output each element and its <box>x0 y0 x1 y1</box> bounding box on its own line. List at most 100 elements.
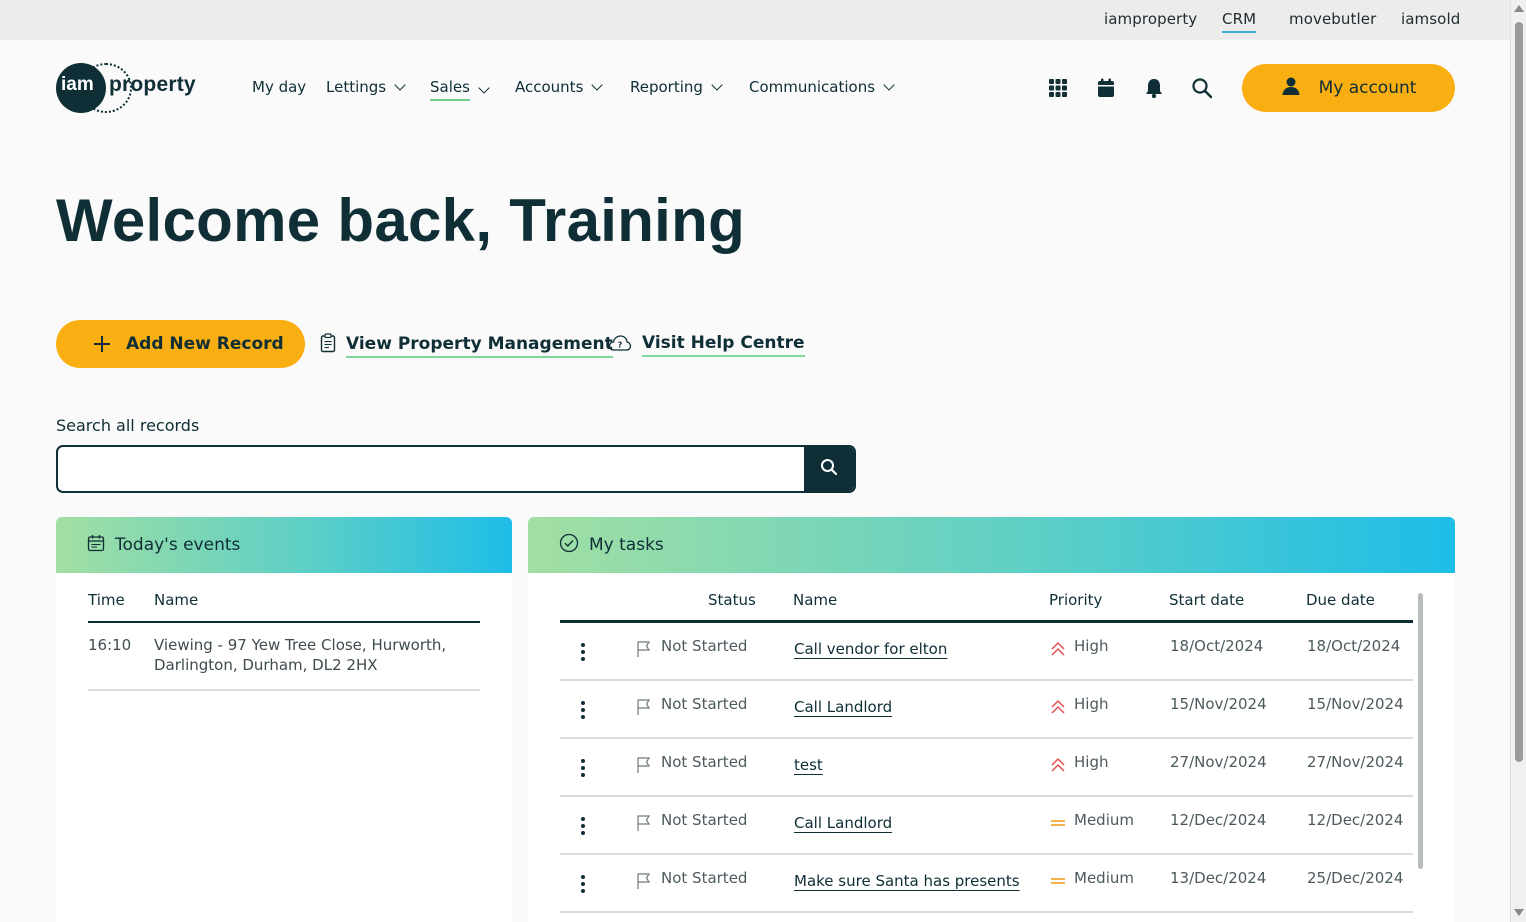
search-label: Search all records <box>56 416 200 435</box>
scroll-up-icon[interactable] <box>1514 5 1524 12</box>
task-due-date: 15/Nov/2024 <box>1307 695 1404 713</box>
flag-icon <box>636 872 652 894</box>
task-due-date: 18/Oct/2024 <box>1307 637 1401 655</box>
task-priority: Medium <box>1074 869 1134 887</box>
kebab-menu-icon[interactable] <box>580 701 586 721</box>
todays-events-header: Today's events <box>56 517 512 573</box>
svg-text:?: ? <box>618 340 623 349</box>
logo-property-text: property <box>109 73 196 96</box>
flag-icon <box>636 756 652 778</box>
user-icon <box>1281 76 1301 101</box>
chevron-down-icon <box>883 79 895 91</box>
events-table: Time Name 16:10 Viewing - 97 Yew Tree Cl… <box>88 591 480 691</box>
search-input[interactable] <box>58 447 806 491</box>
search-button[interactable] <box>804 447 854 491</box>
flag-icon <box>636 814 652 836</box>
add-new-record-button[interactable]: Add New Record <box>56 320 305 368</box>
my-account-button[interactable]: My account <box>1242 64 1455 112</box>
cloud-help-icon: ? <box>608 334 632 357</box>
task-name-link[interactable]: Make sure Santa has presents <box>794 872 1020 890</box>
task-priority: High <box>1074 695 1109 713</box>
nav-label: Lettings <box>326 78 387 96</box>
chevron-down-icon <box>591 79 604 91</box>
task-start-date: 13/Dec/2024 <box>1170 869 1267 887</box>
clipboard-icon <box>320 333 336 358</box>
bell-icon[interactable] <box>1143 77 1165 99</box>
task-status: Not Started <box>661 869 748 887</box>
kebab-menu-icon[interactable] <box>580 643 586 663</box>
scroll-down-icon[interactable] <box>1514 909 1524 916</box>
column-header-name: Name <box>154 591 199 609</box>
tasks-table: Status Name Priority Start date Due date… <box>560 591 1413 913</box>
nav-item-lettings[interactable]: Lettings <box>326 78 406 96</box>
task-name-link[interactable]: Call Landlord <box>794 698 892 716</box>
top-link-iamsold[interactable]: iamsold <box>1401 10 1460 28</box>
column-header-time: Time <box>88 591 125 609</box>
kebab-menu-icon[interactable] <box>580 759 586 779</box>
apps-grid-icon[interactable] <box>1047 77 1069 99</box>
task-name-link[interactable]: Call vendor for elton <box>794 640 947 658</box>
column-header-due-date: Due date <box>1306 591 1375 609</box>
my-tasks-title: My tasks <box>589 535 664 555</box>
column-header-start-date: Start date <box>1169 591 1245 609</box>
top-strip: iamproperty CRM movebutler iamsold <box>0 0 1510 40</box>
search-icon[interactable] <box>1191 77 1213 99</box>
nav-item-sales[interactable]: Sales <box>430 78 490 101</box>
task-start-date: 18/Oct/2024 <box>1170 637 1264 655</box>
task-start-date: 15/Nov/2024 <box>1170 695 1267 713</box>
task-priority: High <box>1074 753 1109 771</box>
page-title: Welcome back, Training <box>56 187 746 254</box>
calendar-icon[interactable] <box>1095 77 1117 99</box>
table-row[interactable]: 16:10 Viewing - 97 Yew Tree Close, Hurwo… <box>88 623 480 691</box>
logo[interactable]: iam property <box>56 63 206 113</box>
nav-item-reporting[interactable]: Reporting <box>630 78 723 96</box>
todays-events-title: Today's events <box>115 535 241 555</box>
task-status: Not Started <box>661 695 748 713</box>
table-row: Not Started Make sure Santa has presents… <box>560 855 1413 913</box>
nav-item-accounts[interactable]: Accounts <box>515 78 604 96</box>
flag-icon <box>636 698 652 720</box>
view-property-management-label: View Property Management <box>346 334 613 358</box>
column-header-priority: Priority <box>1049 591 1103 609</box>
scrollbar-thumb[interactable] <box>1515 22 1523 762</box>
visit-help-centre-link[interactable]: ? Visit Help Centre <box>608 333 805 357</box>
table-row: Not Started Call Landlord High 15/Nov/20… <box>560 681 1413 739</box>
page-scrollbar[interactable] <box>1510 0 1526 922</box>
task-name-link[interactable]: Call Landlord <box>794 814 892 832</box>
chevron-down-icon <box>394 79 406 91</box>
my-account-label: My account <box>1318 78 1417 98</box>
visit-help-centre-label: Visit Help Centre <box>642 333 805 357</box>
nav-item-my-day[interactable]: My day <box>252 78 306 96</box>
column-header-status: Status <box>708 591 756 609</box>
tasks-scrollbar[interactable] <box>1418 593 1423 869</box>
task-start-date: 12/Dec/2024 <box>1170 811 1267 829</box>
top-link-crm[interactable]: CRM <box>1222 10 1257 33</box>
chevron-down-icon <box>478 81 490 94</box>
kebab-menu-icon[interactable] <box>580 817 586 837</box>
my-tasks-header: My tasks <box>528 517 1455 573</box>
nav-label: Sales <box>430 78 470 101</box>
my-tasks-panel: My tasks Status Name Priority Start date… <box>528 517 1455 922</box>
task-name-link[interactable]: test <box>794 756 823 774</box>
add-new-record-label: Add New Record <box>126 334 284 354</box>
tasks-table-header: Status Name Priority Start date Due date <box>560 591 1413 623</box>
nav-label: My day <box>252 78 307 96</box>
flag-icon <box>636 640 652 662</box>
todays-events-panel: Today's events Time Name 16:10 Viewing -… <box>56 517 512 922</box>
kebab-menu-icon[interactable] <box>580 875 586 895</box>
task-status: Not Started <box>661 753 748 771</box>
task-due-date: 25/Dec/2024 <box>1307 869 1404 887</box>
top-link-movebutler[interactable]: movebutler <box>1289 10 1376 28</box>
nav-item-communications[interactable]: Communications <box>749 78 895 96</box>
event-name: Viewing - 97 Yew Tree Close, Hurworth, D… <box>154 636 447 674</box>
logo-iam-text: iam <box>61 74 94 95</box>
table-row: Not Started test High 27/Nov/2024 27/Nov… <box>560 739 1413 797</box>
priority-high-icon <box>1050 757 1066 777</box>
priority-medium-icon <box>1050 873 1066 893</box>
nav-label: Reporting <box>630 78 703 96</box>
view-property-management-link[interactable]: View Property Management <box>320 333 613 358</box>
search-icon <box>820 458 838 480</box>
task-priority: Medium <box>1074 811 1134 829</box>
table-row: Not Started Call Landlord Medium 12/Dec/… <box>560 797 1413 855</box>
top-link-iamproperty[interactable]: iamproperty <box>1104 10 1197 28</box>
